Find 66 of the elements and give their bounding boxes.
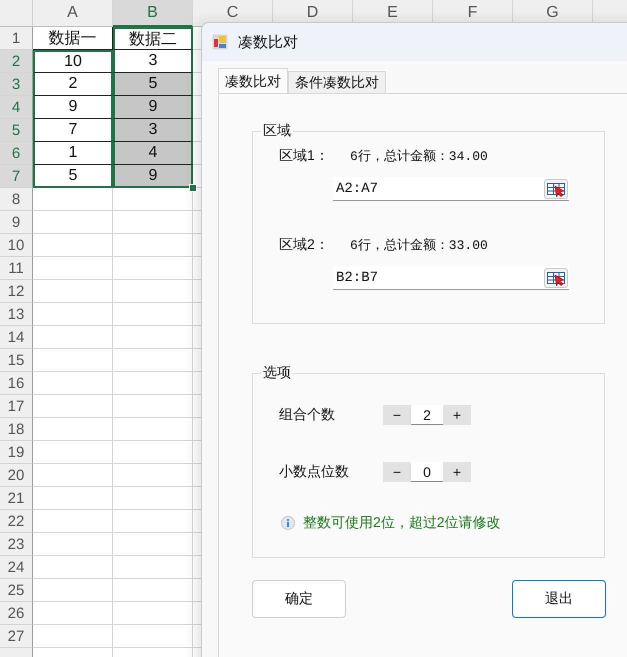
row-header[interactable]: 11 (0, 257, 33, 280)
grid-arrow-icon (547, 270, 565, 286)
group-title: 区域 (262, 122, 292, 140)
column-header[interactable]: A (33, 0, 113, 27)
picker-button[interactable] (544, 178, 568, 198)
number-field[interactable]: 0 (411, 462, 443, 482)
table-cell: 4 (113, 142, 193, 165)
table-cell: 9 (113, 96, 193, 119)
row-header[interactable]: 10 (0, 234, 33, 257)
row-header[interactable]: 2 (0, 50, 33, 73)
app-icon (212, 34, 228, 50)
tab[interactable]: 凑数比对 (218, 68, 288, 93)
table-cell: 3 (113, 119, 193, 142)
row-header[interactable]: 24 (0, 556, 33, 579)
row-header[interactable]: 12 (0, 280, 33, 303)
row-header[interactable]: 14 (0, 326, 33, 349)
row-header[interactable]: 27 (0, 625, 33, 648)
row-header[interactable]: 20 (0, 464, 33, 487)
table-cell: 数据一 (33, 27, 113, 50)
row-header[interactable]: 17 (0, 395, 33, 418)
row-header[interactable]: 19 (0, 441, 33, 464)
field-label: 区域1： (279, 147, 330, 165)
range-field[interactable]: A2:A7 (333, 177, 569, 201)
increment-button[interactable]: + (443, 405, 471, 425)
row-header[interactable]: 13 (0, 303, 33, 326)
row-header[interactable]: 15 (0, 349, 33, 372)
row-header[interactable]: 4 (0, 96, 33, 119)
row-header[interactable]: 16 (0, 372, 33, 395)
row-header[interactable]: 9 (0, 211, 33, 234)
row-header[interactable]: 1 (0, 27, 33, 50)
window-title: 凑数比对 (238, 32, 298, 52)
table-cell: 9 (113, 165, 193, 188)
row-header[interactable]: 21 (0, 487, 33, 510)
row-header[interactable]: 6 (0, 142, 33, 165)
table-cell: 5 (113, 73, 193, 96)
fill-handle[interactable] (189, 184, 197, 192)
picker-button[interactable] (544, 268, 568, 288)
grid-arrow-icon (547, 180, 565, 196)
tab[interactable]: 条件凑数比对 (288, 71, 386, 93)
info-icon (281, 516, 295, 530)
row-header[interactable]: 7 (0, 165, 33, 188)
field-label: 小数点位数 (279, 463, 350, 481)
group-title: 选项 (262, 364, 292, 382)
row-header[interactable]: 3 (0, 73, 33, 96)
dialog-button[interactable]: 确定 (252, 580, 346, 618)
column-header[interactable]: B (113, 0, 193, 27)
summary-text: 6行，总计金额：34.00 (350, 148, 488, 165)
row-header[interactable]: 5 (0, 119, 33, 142)
row-header[interactable]: 18 (0, 418, 33, 441)
field-label: 区域2： (279, 236, 330, 254)
row-header[interactable]: 8 (0, 188, 33, 211)
table-cell: 10 (33, 50, 113, 73)
decrement-button[interactable]: − (383, 405, 411, 425)
increment-button[interactable]: + (443, 462, 471, 482)
row-header[interactable]: 25 (0, 579, 33, 602)
row-header[interactable]: 26 (0, 602, 33, 625)
row-header[interactable]: 22 (0, 510, 33, 533)
range-field[interactable]: B2:B7 (333, 266, 569, 290)
table-cell: 数据二 (113, 27, 193, 50)
summary-text: 6行，总计金额：33.00 (350, 237, 488, 254)
field-label: 组合个数 (279, 406, 336, 424)
note-text: 整数可使用2位，超过2位请修改 (303, 514, 501, 532)
dialog-button[interactable]: 退出 (512, 580, 606, 618)
decrement-button[interactable]: − (383, 462, 411, 482)
number-field[interactable]: 2 (411, 405, 443, 425)
row-header[interactable]: 23 (0, 533, 33, 556)
